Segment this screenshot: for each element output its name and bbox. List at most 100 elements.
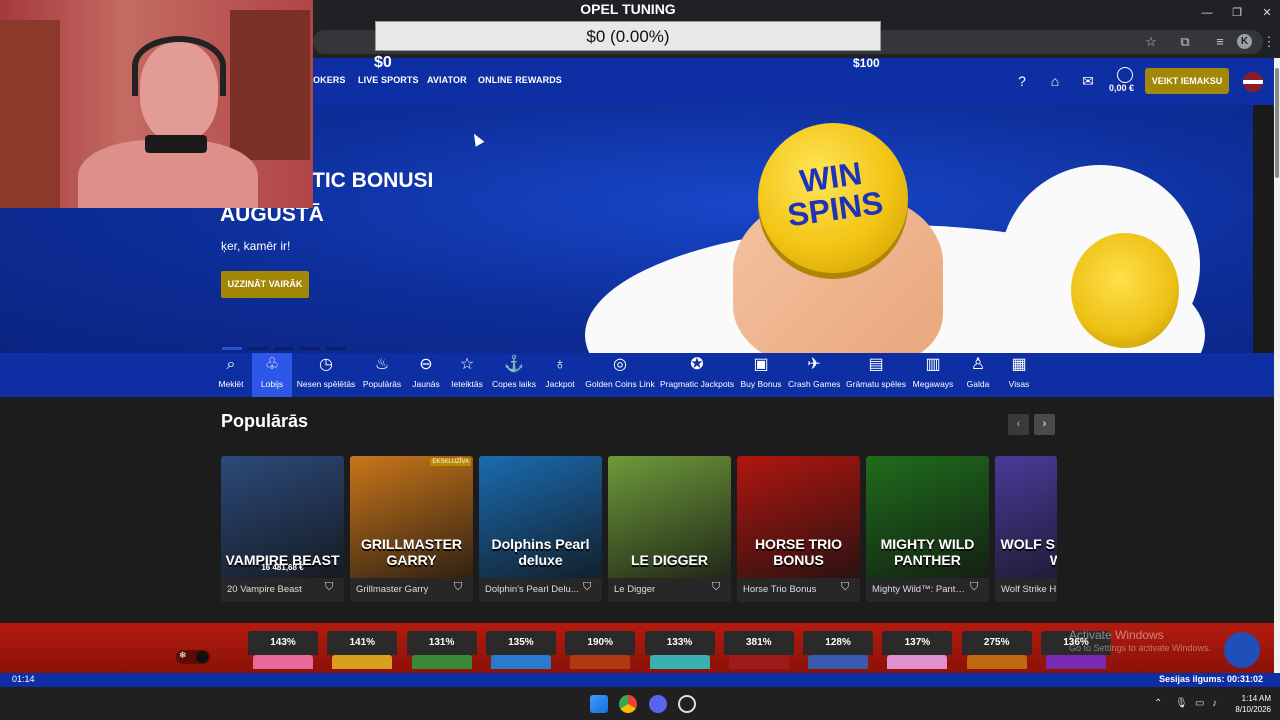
- hot-game-item[interactable]: 275%: [961, 631, 1032, 669]
- category-ieteiktās[interactable]: ☆ Ieteiktās: [448, 353, 486, 397]
- game-thumbnail[interactable]: MIGHTY WILD PANTHER: [866, 456, 989, 578]
- hot-game-thumbnail[interactable]: [332, 655, 393, 669]
- user-icon[interactable]: [1117, 67, 1133, 83]
- bookmark-icon[interactable]: ⛉: [583, 581, 595, 595]
- slide-dot[interactable]: [300, 347, 320, 350]
- restore-icon[interactable]: ❐: [1222, 4, 1252, 22]
- hot-game-item[interactable]: 381%: [723, 631, 794, 669]
- learn-more-button[interactable]: UZZINĀT VAIRĀK: [221, 271, 309, 298]
- game-name[interactable]: Le Digger: [614, 584, 709, 595]
- hot-game-thumbnail[interactable]: [411, 655, 472, 669]
- game-thumbnail[interactable]: LE DIGGER: [608, 456, 731, 578]
- game-name[interactable]: Horse Trio Bonus: [743, 584, 838, 595]
- game-name[interactable]: Dolphin's Pearl Delu...: [485, 584, 580, 595]
- carousel-prev-button[interactable]: ‹: [1008, 414, 1029, 435]
- chrome-icon[interactable]: [619, 695, 637, 713]
- network-icon[interactable]: ▭: [1195, 698, 1204, 709]
- minimize-icon[interactable]: —: [1192, 4, 1222, 22]
- hot-toggle[interactable]: ❄: [176, 650, 210, 664]
- bookmark-icon[interactable]: ⛉: [841, 581, 853, 595]
- hot-game-thumbnail[interactable]: [253, 655, 313, 669]
- hot-game-thumbnail[interactable]: [1046, 655, 1106, 669]
- bookmark-icon[interactable]: ⛉: [712, 581, 724, 595]
- deposit-button[interactable]: VEIKT IEMAKSU: [1145, 68, 1229, 94]
- help-icon[interactable]: ?: [1012, 71, 1032, 91]
- game-card[interactable]: LE DIGGER Le Digger ⛉: [608, 456, 731, 602]
- taskbar-clock[interactable]: 1:14 AM 8/10/2026: [1235, 693, 1271, 715]
- game-card[interactable]: MIGHTY WILD PANTHER Mighty Wild™: Panth..…: [866, 456, 989, 602]
- gift-icon[interactable]: ⌂: [1045, 71, 1065, 91]
- profile-avatar[interactable]: K: [1237, 34, 1252, 49]
- hot-game-item[interactable]: 131%: [406, 631, 477, 669]
- mail-icon[interactable]: ✉: [1078, 71, 1098, 91]
- category-populārās[interactable]: ♨ Populārās: [361, 353, 403, 397]
- slide-dot[interactable]: [274, 347, 294, 350]
- nav-link-jokers[interactable]: OKERS: [313, 75, 346, 85]
- hot-game-item[interactable]: 190%: [565, 631, 636, 669]
- hot-game-item[interactable]: 141%: [327, 631, 398, 669]
- game-thumbnail[interactable]: GRILLMASTER GARRY EKSKLUZĪVA: [350, 456, 473, 578]
- slide-dot[interactable]: [326, 347, 346, 350]
- hot-game-thumbnail[interactable]: [570, 655, 631, 669]
- game-name[interactable]: 20 Vampire Beast: [227, 584, 322, 595]
- game-name[interactable]: Wolf Strike H: [1001, 584, 1057, 595]
- category-galda[interactable]: ♙ Galda: [963, 353, 993, 397]
- game-card[interactable]: GRILLMASTER GARRY EKSKLUZĪVA Grillmaster G…: [350, 456, 473, 602]
- game-name[interactable]: Mighty Wild™: Panth...: [872, 584, 967, 595]
- nav-link-live-sports[interactable]: LIVE SPORTS: [358, 75, 419, 85]
- game-thumbnail[interactable]: HORSE TRIO BONUS: [737, 456, 860, 578]
- game-name[interactable]: Grillmaster Garry: [356, 584, 451, 595]
- game-thumbnail[interactable]: Dolphins Pearl deluxe: [479, 456, 602, 578]
- category-meklēt[interactable]: ⌕ Meklēt: [218, 353, 244, 397]
- game-thumbnail[interactable]: WOLF S HOLD N W: [995, 456, 1057, 578]
- hot-game-thumbnail[interactable]: [887, 655, 948, 669]
- media-icon[interactable]: ≡: [1211, 33, 1229, 51]
- page-scrollbar[interactable]: [1274, 58, 1280, 673]
- game-card[interactable]: Dolphins Pearl deluxe Dolphin's Pearl Del…: [479, 456, 602, 602]
- category-megaways[interactable]: ▥ Megaways: [912, 353, 954, 397]
- hot-game-thumbnail[interactable]: [649, 655, 710, 669]
- hot-game-item[interactable]: 137%: [882, 631, 953, 669]
- category-jackpot[interactable]: ♁ Jackpot: [542, 353, 578, 397]
- nav-link-online-rewards[interactable]: ONLINE REWARDS: [478, 75, 562, 85]
- chat-icon[interactable]: [1224, 632, 1260, 668]
- hot-game-thumbnail[interactable]: [728, 655, 789, 669]
- game-card[interactable]: HORSE TRIO BONUS Horse Trio Bonus ⛉: [737, 456, 860, 602]
- category-visas[interactable]: ▦ Visas: [1006, 353, 1032, 397]
- hot-game-thumbnail[interactable]: [808, 655, 869, 669]
- star-icon[interactable]: ☆: [1142, 33, 1160, 51]
- category-copes-laiks[interactable]: ⚓ Copes laiks: [490, 353, 538, 397]
- hot-game-item[interactable]: 128%: [803, 631, 874, 669]
- category-buy-bonus[interactable]: ▣ Buy Bonus: [739, 353, 783, 397]
- category-crash-games[interactable]: ✈ Crash Games: [788, 353, 840, 397]
- extensions-icon[interactable]: ⧉: [1176, 33, 1194, 51]
- category-jaunās[interactable]: ⊖ Jaunās: [410, 353, 442, 397]
- category-nesen-spēlētās[interactable]: ◷ Nesen spēlētās: [295, 353, 357, 397]
- chevron-up-icon[interactable]: ⌃: [1154, 698, 1162, 709]
- obs-icon[interactable]: [678, 695, 696, 713]
- menu-icon[interactable]: ⋮: [1260, 33, 1278, 51]
- category-grāmatu-spēles[interactable]: ▤ Grāmatu spēles: [845, 353, 907, 397]
- game-card[interactable]: VAMPIRE BEAST 16 481,68 € 20 Vampire Beast…: [221, 456, 344, 602]
- hot-game-item[interactable]: 135%: [485, 631, 556, 669]
- volume-icon[interactable]: ♪: [1212, 698, 1217, 709]
- windows-start-icon[interactable]: [590, 695, 608, 713]
- category-pragmatic-jackpots[interactable]: ✪ Pragmatic Jackpots: [660, 353, 734, 397]
- hot-game-thumbnail[interactable]: [490, 655, 551, 669]
- game-thumbnail[interactable]: VAMPIRE BEAST 16 481,68 €: [221, 456, 344, 578]
- bookmark-icon[interactable]: ⛉: [970, 581, 982, 595]
- language-flag-icon[interactable]: [1243, 72, 1263, 92]
- category-golden-coins-link[interactable]: ◎ Golden Coins Link: [585, 353, 655, 397]
- balance[interactable]: 0,00 €: [1109, 83, 1134, 93]
- game-card[interactable]: WOLF S HOLD N W Wolf Strike H: [995, 456, 1057, 602]
- scroll-thumb[interactable]: [1275, 68, 1279, 178]
- category-lobijs[interactable]: ♧ Lobijs: [252, 353, 292, 397]
- hot-game-thumbnail[interactable]: [966, 655, 1027, 669]
- hot-game-item[interactable]: 133%: [644, 631, 715, 669]
- bookmark-icon[interactable]: ⛉: [454, 581, 466, 595]
- slide-dot[interactable]: [248, 347, 268, 350]
- discord-icon[interactable]: [649, 695, 667, 713]
- hot-game-item[interactable]: 143%: [248, 631, 318, 669]
- carousel-next-button[interactable]: ›: [1034, 414, 1055, 435]
- mic-icon[interactable]: 🎙: [1175, 698, 1188, 709]
